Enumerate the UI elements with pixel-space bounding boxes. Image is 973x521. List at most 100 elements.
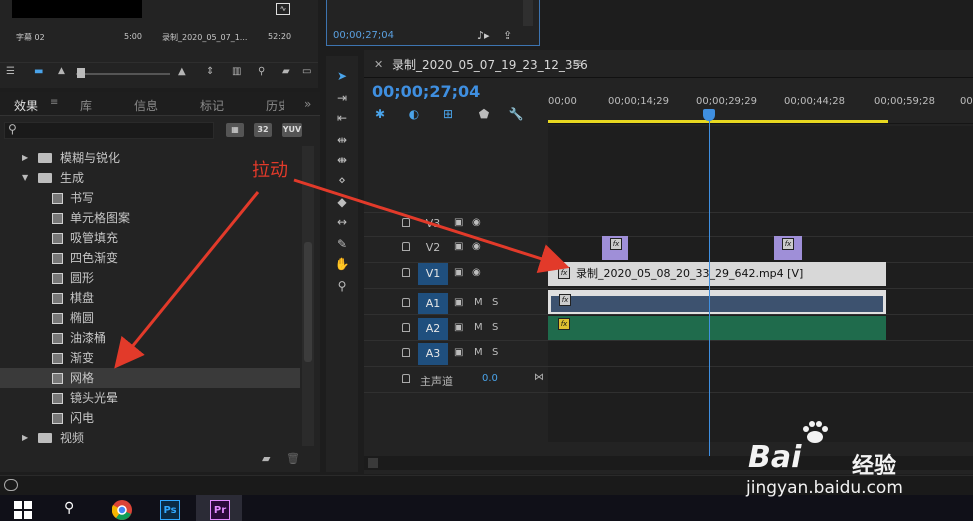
sync-lock-icon[interactable]: ▣ [454, 267, 463, 278]
yuv-filter-button[interactable]: YUV [282, 123, 302, 137]
work-area-bar[interactable] [548, 120, 888, 123]
tab-effects[interactable]: 效果 [14, 97, 38, 114]
eye-icon[interactable]: ◉ [472, 267, 481, 278]
lock-icon[interactable] [402, 348, 410, 357]
monitor-scrollbar[interactable] [523, 0, 533, 26]
video-clip-v1[interactable]: fx 录制_2020_05_08_20_33_29_642.mp4 [V] [548, 262, 886, 286]
tab-overflow-button[interactable]: » [304, 97, 311, 111]
selection-tool-icon[interactable]: ➤ [334, 68, 350, 84]
premiere-task-button[interactable]: Pr [210, 500, 230, 520]
playhead-line[interactable] [709, 114, 710, 460]
track-target-v3[interactable]: V3 [418, 213, 448, 235]
list-item-effect[interactable]: 四色渐变 [0, 248, 300, 268]
lock-icon[interactable] [402, 298, 410, 307]
track-target-v1[interactable]: V1 [418, 263, 448, 285]
list-item-effect[interactable]: 棋盘 [0, 288, 300, 308]
lock-icon[interactable] [402, 218, 410, 227]
clip-name-right[interactable]: 录制_2020_05_07_1... [162, 32, 247, 43]
clip-thumbnail[interactable] [12, 0, 142, 18]
list-item-effect[interactable]: 镜头光晕 [0, 388, 300, 408]
automate-icon[interactable]: ▥ [232, 66, 241, 77]
mute-button[interactable]: M [474, 347, 483, 358]
chevron-down-icon[interactable]: ▼ [22, 168, 28, 188]
new-bin-icon[interactable]: ▰ [282, 66, 290, 77]
ripple-edit-tool-icon[interactable]: ⇤ [334, 110, 350, 126]
list-item-effect[interactable]: 吸管填充 [0, 228, 300, 248]
playhead-handle[interactable] [703, 109, 715, 121]
tab-markers[interactable]: 标记 [200, 97, 224, 114]
list-item-effect[interactable]: 闪电 [0, 408, 300, 428]
lock-icon[interactable] [402, 323, 410, 332]
mute-button[interactable]: M [474, 322, 483, 333]
search-icon[interactable]: ⚲ [64, 500, 74, 516]
search-icon[interactable]: ⚲ [258, 66, 265, 77]
eye-icon[interactable]: ◉ [472, 241, 481, 252]
icon-view-icon[interactable]: ▬ [34, 66, 43, 77]
photoshop-task-button[interactable]: Ps [160, 500, 180, 520]
new-item-icon[interactable]: ▭ [302, 66, 311, 77]
trash-icon[interactable]: 🗑 [286, 452, 300, 465]
new-bin-icon[interactable]: ▰ [262, 452, 270, 465]
sync-lock-icon[interactable]: ▣ [454, 347, 463, 358]
clip-name-left[interactable]: 字幕 02 [16, 32, 45, 43]
rate-stretch-tool-icon[interactable]: ⇼ [334, 152, 350, 168]
transition-clip[interactable]: fx [602, 236, 628, 260]
32bit-filter-button[interactable]: 32 [254, 123, 272, 137]
effects-scroll-thumb[interactable] [304, 242, 312, 362]
transition-clip[interactable]: fx [774, 236, 802, 260]
track-target-a2[interactable]: A2 [418, 318, 448, 340]
list-item-folder[interactable]: ▶ 视频 [0, 428, 300, 448]
nest-icon[interactable]: ✱ [372, 106, 388, 122]
solo-button[interactable]: S [492, 322, 498, 333]
chevron-right-icon[interactable]: ▶ [22, 428, 28, 448]
list-view-icon[interactable]: ☰ [6, 66, 15, 77]
list-item-effect[interactable]: 椭圆 [0, 308, 300, 328]
lock-icon[interactable] [402, 242, 410, 251]
loop-audio-icon[interactable]: ♪▸ [477, 29, 490, 42]
effects-search-input[interactable] [4, 122, 214, 139]
solo-button[interactable]: S [492, 297, 498, 308]
tab-menu-icon[interactable]: ≡ [572, 56, 582, 70]
eye-icon[interactable]: ◉ [472, 217, 481, 228]
close-icon[interactable]: ✕ [374, 58, 383, 71]
list-item-effect[interactable]: 圆形 [0, 268, 300, 288]
tab-history[interactable]: 历史 [266, 97, 284, 114]
track-select-tool-icon[interactable]: ⇥ [334, 90, 350, 106]
list-item-effect[interactable]: 渐变 [0, 348, 300, 368]
mute-button[interactable]: M [474, 297, 483, 308]
timeline-timecode[interactable]: 00;00;27;04 [372, 82, 480, 101]
track-target-v2[interactable]: V2 [418, 237, 448, 259]
hand-tool-icon[interactable]: ✋ [334, 256, 350, 272]
snap-icon[interactable]: ◐ [406, 106, 422, 122]
list-item-effect[interactable]: 书写 [0, 188, 300, 208]
accelerated-effects-icon[interactable]: ▦ [226, 123, 244, 137]
chevron-right-icon[interactable]: ▶ [22, 148, 28, 168]
lock-icon[interactable] [402, 374, 410, 383]
zoom-tool-icon[interactable]: ⚲ [334, 278, 350, 294]
tab-libraries[interactable]: 库 [80, 97, 92, 114]
solo-button[interactable]: S [492, 347, 498, 358]
add-marker-icon[interactable]: ⬟ [476, 106, 492, 122]
zoom-slider[interactable] [76, 73, 170, 75]
audio-clip-a2[interactable]: fx [548, 316, 886, 340]
export-frame-icon[interactable]: ⇪ [503, 29, 512, 42]
windows-start-icon[interactable] [14, 501, 32, 519]
zoom-slider-handle[interactable] [77, 68, 85, 78]
sync-lock-icon[interactable]: ▣ [454, 217, 463, 228]
list-item-effect[interactable]: 油漆桶 [0, 328, 300, 348]
rolling-edit-tool-icon[interactable]: ⇹ [334, 132, 350, 148]
monitor-timecode[interactable]: 00;00;27;04 [333, 30, 394, 41]
pen-tool-icon[interactable]: ✎ [334, 236, 350, 252]
sync-lock-icon[interactable]: ▣ [454, 322, 463, 333]
slip-tool-icon[interactable]: ◆ [334, 194, 350, 210]
timeline-scroll-thumb[interactable] [368, 458, 378, 468]
tab-info[interactable]: 信息 [134, 97, 158, 114]
bowtie-icon[interactable]: ⋈ [534, 372, 544, 383]
list-item-effect-selected[interactable]: 网格 [0, 368, 300, 388]
lock-icon[interactable] [402, 268, 410, 277]
sync-lock-icon[interactable]: ▣ [454, 241, 463, 252]
chrome-icon[interactable] [112, 500, 132, 520]
sort-icon[interactable]: ⇕ [206, 66, 214, 77]
track-target-a3[interactable]: A3 [418, 343, 448, 365]
creative-cloud-icon[interactable] [4, 479, 18, 491]
